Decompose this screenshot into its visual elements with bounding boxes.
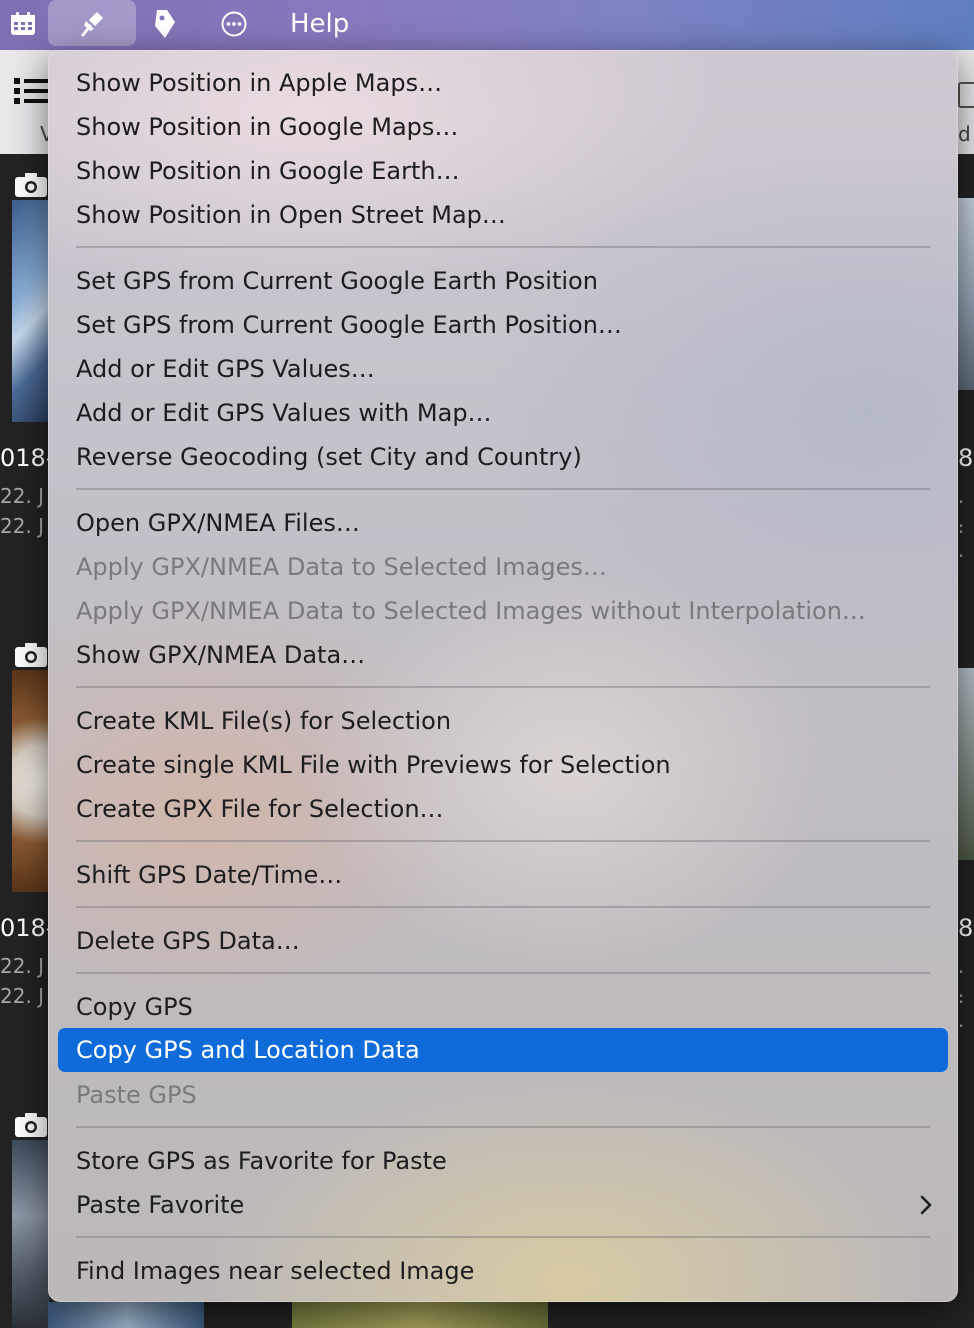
menu-separator [76, 686, 930, 688]
menu-item-label: Paste GPS [76, 1081, 197, 1109]
menu-item-copy-gps-location[interactable]: Copy GPS and Location Data [58, 1028, 948, 1072]
menu-item-label: Show Position in Google Maps… [76, 113, 459, 141]
camera-icon [15, 173, 47, 197]
menu-item-label: Paste Favorite [76, 1191, 245, 1219]
camera-icon [15, 1113, 47, 1137]
file-date: 22. J [0, 954, 45, 978]
menu-separator [76, 906, 930, 908]
menu-separator [76, 1236, 930, 1238]
menu-item-paste-gps[interactable]: Paste GPS [48, 1073, 958, 1117]
tag-icon [155, 10, 175, 38]
menu-item-apply-gpx[interactable]: Apply GPX/NMEA Data to Selected Images… [48, 545, 958, 589]
menu-item-label: Apply GPX/NMEA Data to Selected Images… [76, 553, 607, 581]
menu-item-show-google-earth[interactable]: Show Position in Google Earth… [48, 149, 958, 193]
menu-item-show-google-maps[interactable]: Show Position in Google Maps… [48, 105, 958, 149]
file-name: 018- [0, 914, 55, 942]
gps-menu[interactable] [48, 0, 136, 46]
menu-item-label: Copy GPS [76, 993, 193, 1021]
menu-item-label: Apply GPX/NMEA Data to Selected Images w… [76, 597, 866, 625]
menu-item-create-gpx[interactable]: Create GPX File for Selection… [48, 787, 958, 831]
menu-item-label: Shift GPS Date/Time… [76, 861, 343, 889]
file-name: 018- [0, 444, 55, 472]
menu-item-set-gps-google-earth-dialog[interactable]: Set GPS from Current Google Earth Positi… [48, 303, 958, 347]
file-name: 8 [958, 444, 974, 472]
menu-item-label: Create single KML File with Previews for… [76, 751, 671, 779]
menu-item-label: Show Position in Google Earth… [76, 157, 460, 185]
menu-item-reverse-geocoding[interactable]: Reverse Geocoding (set City and Country) [48, 435, 958, 479]
menu-item-add-edit-gps-map[interactable]: Add or Edit GPS Values with Map… [48, 391, 958, 435]
menu-item-show-gpx[interactable]: Show GPX/NMEA Data… [48, 633, 958, 677]
menu-item-label: Show GPX/NMEA Data… [76, 641, 366, 669]
menu-item-set-gps-google-earth[interactable]: Set GPS from Current Google Earth Positi… [48, 259, 958, 303]
menu-bar: Help [0, 0, 974, 50]
toolbar-label-right: d [958, 122, 971, 146]
menu-separator [76, 972, 930, 974]
menu-item-label: Open GPX/NMEA Files… [76, 509, 360, 537]
photo-thumbnail[interactable] [12, 200, 50, 422]
photo-thumbnail[interactable] [292, 1302, 548, 1328]
chevron-right-icon [920, 1195, 932, 1215]
more-ellipsis-icon [221, 11, 247, 37]
photo-thumbnail[interactable] [12, 1140, 50, 1328]
menu-separator [76, 1126, 930, 1128]
window-icon[interactable] [958, 82, 974, 108]
more-menu[interactable] [210, 0, 258, 48]
file-date: 22. J [0, 514, 45, 538]
camera-icon [15, 643, 47, 667]
menu-item-label: Delete GPS Data… [76, 927, 300, 955]
photo-thumbnail[interactable] [958, 668, 974, 860]
pin-gps-icon [81, 12, 103, 37]
menu-separator [76, 246, 930, 248]
menu-item-show-apple-maps[interactable]: Show Position in Apple Maps… [48, 61, 958, 105]
menu-item-create-kml[interactable]: Create KML File(s) for Selection [48, 699, 958, 743]
menu-item-create-single-kml[interactable]: Create single KML File with Previews for… [48, 743, 958, 787]
menu-item-label: Add or Edit GPS Values… [76, 355, 375, 383]
menu-item-delete-gps[interactable]: Delete GPS Data… [48, 919, 958, 963]
menu-item-label: Copy GPS and Location Data [76, 1036, 420, 1064]
menu-item-label: Show Position in Apple Maps… [76, 69, 443, 97]
menu-item-store-favorite[interactable]: Store GPS as Favorite for Paste [48, 1139, 958, 1183]
file-date: 22. J [0, 984, 45, 1008]
gps-dropdown-menu: Show Position in Apple Maps… Show Positi… [48, 50, 958, 1302]
menu-item-show-open-street-map[interactable]: Show Position in Open Street Map… [48, 193, 958, 237]
menu-item-label: Find Images near selected Image [76, 1257, 475, 1285]
file-date: 22. J [0, 484, 45, 508]
calendar-icon [11, 12, 35, 35]
menu-item-shift-gps-time[interactable]: Shift GPS Date/Time… [48, 853, 958, 897]
menu-item-label: Add or Edit GPS Values with Map… [76, 399, 492, 427]
tag-menu[interactable] [140, 0, 188, 48]
photo-thumbnail[interactable] [12, 670, 50, 892]
menu-item-apply-gpx-no-interpolation[interactable]: Apply GPX/NMEA Data to Selected Images w… [48, 589, 958, 633]
menu-item-label: Reverse Geocoding (set City and Country) [76, 443, 582, 471]
list-view-icon[interactable] [14, 76, 48, 106]
file-date: . . [958, 514, 965, 562]
menu-separator [76, 488, 930, 490]
menu-item-paste-favorite[interactable]: Paste Favorite [48, 1183, 958, 1227]
photo-thumbnail[interactable] [958, 198, 974, 390]
menu-item-find-images-near[interactable]: Find Images near selected Image [48, 1249, 958, 1293]
menu-item-label: Set GPS from Current Google Earth Positi… [76, 311, 622, 339]
menu-item-open-gpx[interactable]: Open GPX/NMEA Files… [48, 501, 958, 545]
menu-item-copy-gps[interactable]: Copy GPS [48, 985, 958, 1029]
menu-item-label: Set GPS from Current Google Earth Positi… [76, 267, 598, 295]
menu-item-add-edit-gps[interactable]: Add or Edit GPS Values… [48, 347, 958, 391]
menu-separator [76, 840, 930, 842]
menu-item-label: Create KML File(s) for Selection [76, 707, 452, 735]
file-name: 8 [958, 914, 974, 942]
file-date: . . [958, 984, 965, 1032]
menu-item-label: Show Position in Open Street Map… [76, 201, 506, 229]
calendar-menu[interactable] [0, 0, 46, 48]
menu-item-label: Create GPX File for Selection… [76, 795, 444, 823]
photo-thumbnail[interactable] [48, 1302, 204, 1328]
help-menu[interactable]: Help [290, 0, 360, 48]
menu-item-label: Store GPS as Favorite for Paste [76, 1147, 447, 1175]
